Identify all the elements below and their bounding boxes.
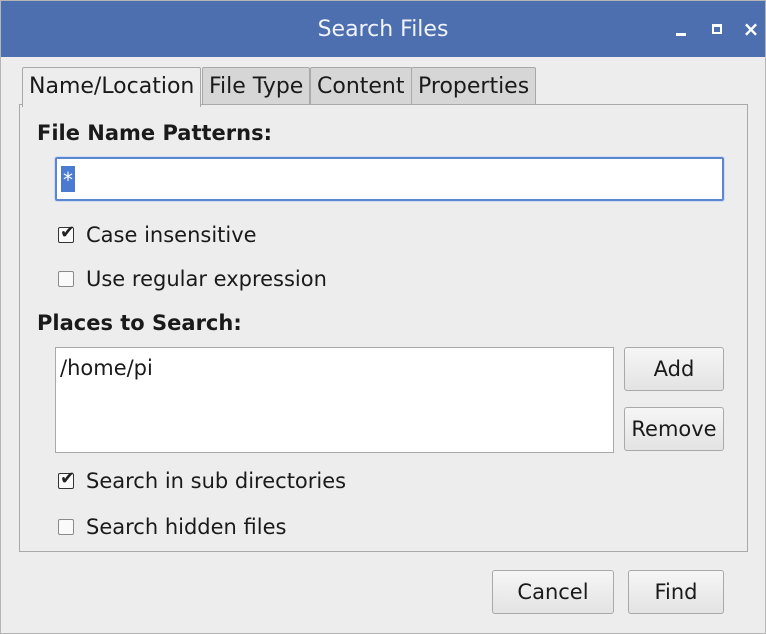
title-bar[interactable]: Search Files × [1,1,765,57]
minimize-icon [676,32,686,36]
maximize-icon [712,24,722,34]
tab-name-location[interactable]: Name/Location [22,67,202,107]
remove-button[interactable]: Remove [624,407,724,451]
cancel-button[interactable]: Cancel [492,570,614,614]
close-icon: × [742,17,760,41]
use-regex-label: Use regular expression [86,267,327,291]
places-to-search-heading: Places to Search: [37,311,242,335]
search-hidden-files-checkbox[interactable]: Search hidden files [58,512,286,542]
close-button[interactable]: × [737,1,765,57]
checkbox-checked-icon: ✔ [58,468,76,489]
list-item[interactable]: /home/pi [60,356,153,380]
search-files-dialog: Search Files × Name/Location File Type C… [0,0,766,634]
places-list[interactable]: /home/pi [55,347,614,453]
tab-properties[interactable]: Properties [411,67,537,105]
case-insensitive-checkbox[interactable]: ✔ Case insensitive [58,220,257,250]
tab-label: Name/Location [29,74,195,99]
file-pattern-input[interactable]: * [54,156,725,202]
minimize-button[interactable] [667,1,695,57]
add-button[interactable]: Add [624,347,724,391]
search-subdirectories-checkbox[interactable]: ✔ Search in sub directories [58,466,346,496]
remove-button-label: Remove [631,417,717,441]
use-regex-checkbox[interactable]: Use regular expression [58,264,327,294]
file-name-patterns-heading: File Name Patterns: [37,121,272,145]
add-button-label: Add [653,357,695,381]
tab-content[interactable]: Content [310,67,412,105]
tab-label: File Type [209,74,304,99]
window-title: Search Files [317,17,449,42]
search-hidden-files-label: Search hidden files [86,515,287,539]
find-button-label: Find [654,580,698,604]
search-subdirectories-label: Search in sub directories [86,469,347,493]
checkbox-unchecked-icon [58,271,74,287]
checkbox-unchecked-icon [58,519,74,535]
selected-pattern-text: * [61,166,75,192]
case-insensitive-label: Case insensitive [86,223,257,247]
tab-file-type[interactable]: File Type [202,67,311,105]
tab-label: Content [317,74,405,99]
find-button[interactable]: Find [628,570,724,614]
cancel-button-label: Cancel [517,580,589,604]
checkbox-checked-icon: ✔ [58,222,76,243]
tab-label: Properties [418,74,530,99]
maximize-button[interactable] [703,1,731,57]
